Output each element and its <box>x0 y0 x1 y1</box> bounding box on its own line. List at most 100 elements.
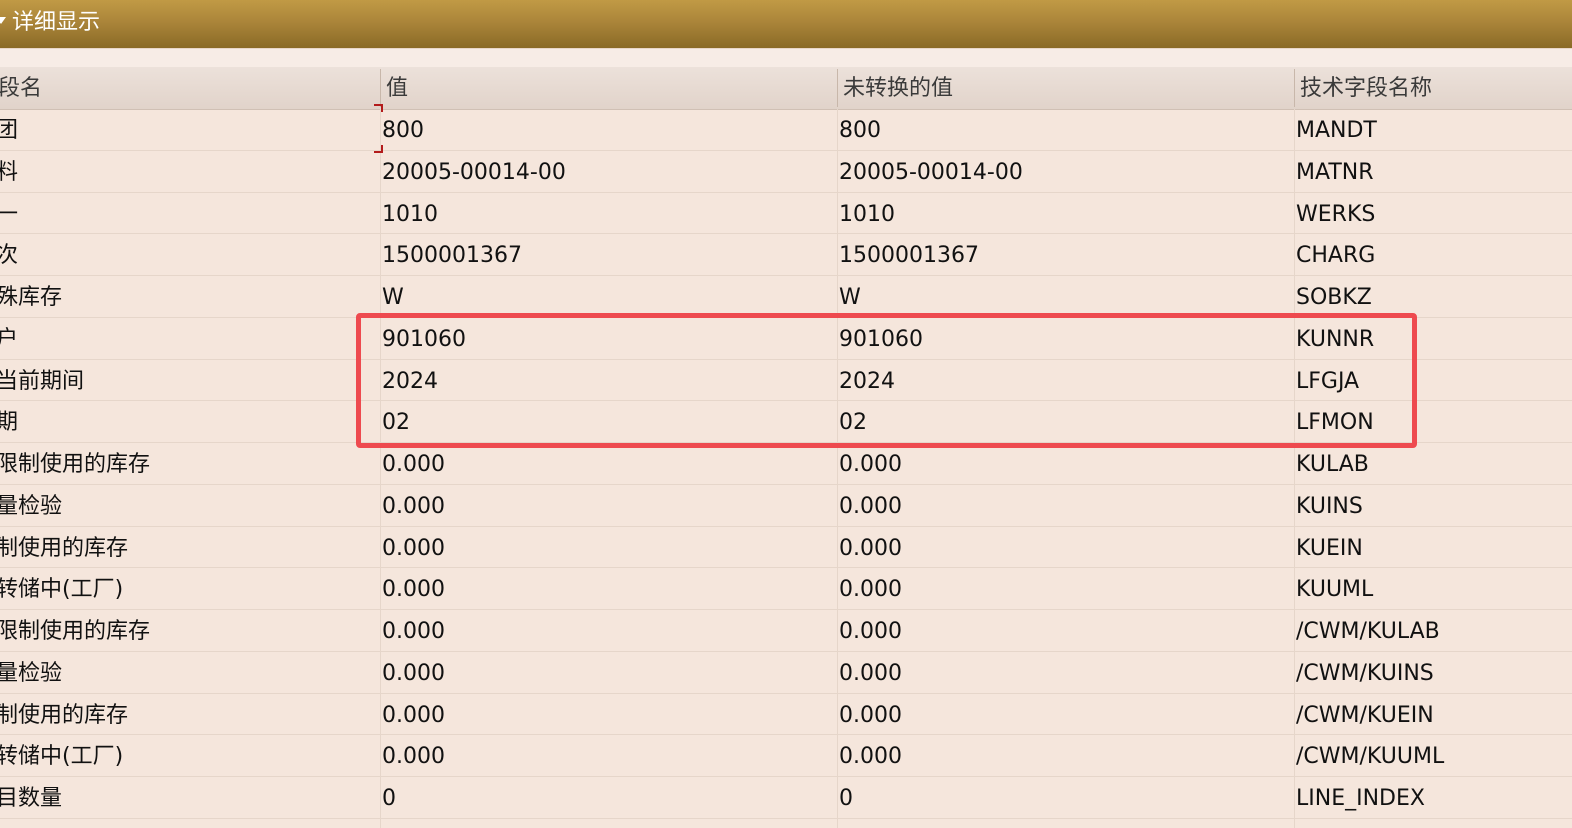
technical-name-cell[interactable]: MATNR <box>1296 151 1572 191</box>
technical-name-cell[interactable]: LFGJA <box>1296 360 1572 400</box>
field-name-cell[interactable]: 殊库存 <box>0 276 374 316</box>
raw-value-cell[interactable]: 1500001367 <box>839 234 1289 274</box>
raw-value-cell[interactable]: 20005-00014-00 <box>839 151 1289 191</box>
table-row[interactable]: 殊库存 W W SOBKZ <box>0 276 1572 318</box>
grid-body: 团 800 800 MANDT 料 20005-00014-00 20005-0… <box>0 109 1572 819</box>
value-cell[interactable]: 0.000 <box>382 485 832 525</box>
raw-value-cell[interactable]: 0.000 <box>839 485 1289 525</box>
technical-name-cell[interactable]: SOBKZ <box>1296 276 1572 316</box>
column-header-raw-value[interactable]: 未转换的值 <box>843 67 1283 109</box>
field-name-cell[interactable]: 转储中(工厂) <box>0 568 374 608</box>
field-name-cell[interactable]: 一 <box>0 193 374 233</box>
technical-name-cell[interactable]: KUUML <box>1296 568 1572 608</box>
value-cell[interactable]: 0.000 <box>382 527 832 567</box>
column-separator[interactable] <box>1294 69 1295 107</box>
table-row[interactable]: 量检验 0.000 0.000 /CWM/KUINS <box>0 652 1572 694</box>
field-name-cell[interactable]: 量检验 <box>0 485 374 525</box>
window-titlebar: 详细显示 <box>0 0 1572 48</box>
raw-value-cell[interactable]: 0.000 <box>839 652 1289 692</box>
value-cell[interactable]: W <box>382 276 832 316</box>
value-cell[interactable]: 0.000 <box>382 694 832 734</box>
raw-value-cell[interactable]: 1010 <box>839 193 1289 233</box>
value-cell[interactable]: 20005-00014-00 <box>382 151 832 191</box>
value-cell[interactable]: 0.000 <box>382 652 832 692</box>
value-cell[interactable]: 0.000 <box>382 610 832 650</box>
table-row[interactable]: 次 1500001367 1500001367 CHARG <box>0 234 1572 276</box>
table-row[interactable]: 当前期间 2024 2024 LFGJA <box>0 360 1572 402</box>
raw-value-cell[interactable]: 0 <box>839 777 1289 817</box>
raw-value-cell[interactable]: 0.000 <box>839 610 1289 650</box>
technical-name-cell[interactable]: KULAB <box>1296 443 1572 483</box>
technical-name-cell[interactable]: /CWM/KUINS <box>1296 652 1572 692</box>
field-name-cell[interactable]: 限制使用的库存 <box>0 443 374 483</box>
table-row[interactable]: 转储中(工厂) 0.000 0.000 KUUML <box>0 568 1572 610</box>
field-name-cell[interactable]: 目数量 <box>0 777 374 817</box>
field-name-cell[interactable]: 转储中(工厂) <box>0 735 374 775</box>
raw-value-cell[interactable]: 2024 <box>839 360 1289 400</box>
field-name-cell[interactable]: 制使用的库存 <box>0 527 374 567</box>
table-row[interactable]: 转储中(工厂) 0.000 0.000 /CWM/KUUML <box>0 735 1572 777</box>
technical-name-cell[interactable]: KUINS <box>1296 485 1572 525</box>
technical-name-cell[interactable]: CHARG <box>1296 234 1572 274</box>
technical-name-cell[interactable]: /CWM/KULAB <box>1296 610 1572 650</box>
value-cell[interactable]: 02 <box>382 401 832 441</box>
technical-name-cell[interactable]: /CWM/KUUML <box>1296 735 1572 775</box>
raw-value-cell[interactable]: W <box>839 276 1289 316</box>
value-cell[interactable]: 901060 <box>382 318 832 358</box>
table-row[interactable]: 料 20005-00014-00 20005-00014-00 MATNR <box>0 151 1572 193</box>
raw-value-cell[interactable]: 02 <box>839 401 1289 441</box>
technical-name-cell[interactable]: WERKS <box>1296 193 1572 233</box>
table-row[interactable]: 一 1010 1010 WERKS <box>0 193 1572 235</box>
raw-value-cell[interactable]: 800 <box>839 109 1289 149</box>
technical-name-cell[interactable]: KUNNR <box>1296 318 1572 358</box>
value-cell[interactable]: 800 <box>382 109 832 149</box>
table-row[interactable]: 量检验 0.000 0.000 KUINS <box>0 485 1572 527</box>
field-name-cell[interactable]: 期 <box>0 401 374 441</box>
table-row[interactable]: 制使用的库存 0.000 0.000 KUEIN <box>0 527 1572 569</box>
window-title: 详细显示 <box>12 10 101 35</box>
field-name-cell[interactable]: 量检验 <box>0 652 374 692</box>
column-separator[interactable] <box>380 69 381 107</box>
focus-marker <box>374 145 383 153</box>
field-name-cell[interactable]: 次 <box>0 234 374 274</box>
table-row[interactable]: 制使用的库存 0.000 0.000 /CWM/KUEIN <box>0 694 1572 736</box>
technical-name-cell[interactable]: MANDT <box>1296 109 1572 149</box>
raw-value-cell[interactable]: 0.000 <box>839 527 1289 567</box>
value-cell[interactable]: 0.000 <box>382 568 832 608</box>
field-name-cell[interactable]: 料 <box>0 151 374 191</box>
table-row[interactable]: 限制使用的库存 0.000 0.000 KULAB <box>0 443 1572 485</box>
column-header-field-name[interactable]: 段名 <box>0 67 376 109</box>
field-name-cell[interactable]: 户 <box>0 318 374 358</box>
technical-name-cell[interactable]: /CWM/KUEIN <box>1296 694 1572 734</box>
table-row[interactable]: 户 901060 901060 KUNNR <box>0 318 1572 360</box>
value-cell[interactable]: 0 <box>382 777 832 817</box>
field-name-cell[interactable]: 限制使用的库存 <box>0 610 374 650</box>
technical-name-cell[interactable]: LFMON <box>1296 401 1572 441</box>
raw-value-cell[interactable]: 0.000 <box>839 568 1289 608</box>
column-header-technical-name[interactable]: 技术字段名称 <box>1300 67 1570 109</box>
table-row[interactable]: 团 800 800 MANDT <box>0 109 1572 151</box>
focus-marker <box>374 104 383 112</box>
value-cell[interactable]: 1010 <box>382 193 832 233</box>
column-separator[interactable] <box>837 69 838 107</box>
field-name-cell[interactable]: 当前期间 <box>0 360 374 400</box>
field-name-cell[interactable]: 制使用的库存 <box>0 694 374 734</box>
technical-name-cell[interactable]: LINE_INDEX <box>1296 777 1572 817</box>
value-cell[interactable]: 0.000 <box>382 443 832 483</box>
raw-value-cell[interactable]: 0.000 <box>839 694 1289 734</box>
value-cell[interactable]: 1500001367 <box>382 234 832 274</box>
table-row[interactable]: 目数量 0 0 LINE_INDEX <box>0 777 1572 819</box>
grid-header: 段名 值 未转换的值 技术字段名称 <box>0 67 1572 110</box>
raw-value-cell[interactable]: 901060 <box>839 318 1289 358</box>
table-row[interactable]: 限制使用的库存 0.000 0.000 /CWM/KULAB <box>0 610 1572 652</box>
toolbar-spacer <box>0 48 1572 68</box>
value-cell[interactable]: 2024 <box>382 360 832 400</box>
value-cell[interactable]: 0.000 <box>382 735 832 775</box>
raw-value-cell[interactable]: 0.000 <box>839 735 1289 775</box>
technical-name-cell[interactable]: KUEIN <box>1296 527 1572 567</box>
raw-value-cell[interactable]: 0.000 <box>839 443 1289 483</box>
triangle-down-icon[interactable] <box>0 17 6 24</box>
field-name-cell[interactable]: 团 <box>0 109 374 149</box>
column-header-value[interactable]: 值 <box>386 67 826 109</box>
table-row[interactable]: 期 02 02 LFMON <box>0 401 1572 443</box>
